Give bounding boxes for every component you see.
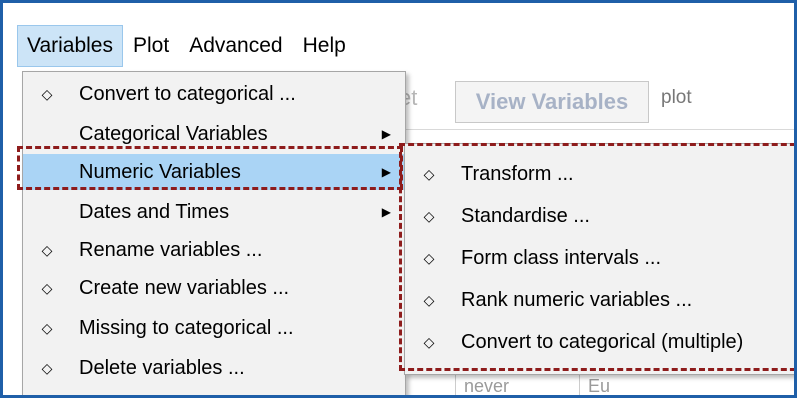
diamond-bullet-icon: ◇ xyxy=(423,208,435,224)
menu-item-label: Standardise ... xyxy=(461,205,590,227)
menu-item-label: Rank numeric variables ... xyxy=(461,289,693,311)
diamond-bullet-icon: ◇ xyxy=(423,334,435,350)
menu-item-rank-numeric-variables[interactable]: ◇ Rank numeric variables ... xyxy=(405,282,794,318)
diamond-bullet-icon: ◇ xyxy=(41,280,53,296)
table-cell: Eu xyxy=(579,371,648,395)
variables-menu: ◇ Convert to categorical ... Categorical… xyxy=(22,71,406,395)
menu-item-label: Numeric Variables xyxy=(79,161,241,183)
menu-item-standardise[interactable]: ◇ Standardise ... xyxy=(405,198,794,234)
divider xyxy=(403,129,794,130)
menu-item-rename-variables[interactable]: ◇ Rename variables ... xyxy=(23,232,405,268)
menu-bar: Variables Plot Advanced Help xyxy=(17,23,356,69)
view-variables-button[interactable]: View Variables xyxy=(455,81,649,123)
menu-item-label: Dates and Times xyxy=(79,201,230,223)
diamond-bullet-icon: ◇ xyxy=(423,250,435,266)
menu-advanced[interactable]: Advanced xyxy=(179,25,292,67)
menu-variables[interactable]: Variables xyxy=(17,25,123,67)
menu-item-delete-variables[interactable]: ◇ Delete variables ... xyxy=(23,350,405,386)
menu-item-dates-and-times[interactable]: Dates and Times ▶ xyxy=(23,194,405,230)
menu-item-numeric-variables[interactable]: Numeric Variables ▶ xyxy=(23,154,405,190)
menu-item-missing-to-categorical[interactable]: ◇ Missing to categorical ... xyxy=(23,310,405,346)
app-window: Variables Plot Advanced Help et View Var… xyxy=(0,0,797,398)
menu-item-label: Categorical Variables xyxy=(79,123,268,145)
table-cell: never xyxy=(455,371,576,395)
menu-item-label: Convert to categorical ... xyxy=(79,83,296,105)
menu-item-create-new-variables[interactable]: ◇ Create new variables ... xyxy=(23,270,405,306)
menu-item-label: Rename variables ... xyxy=(79,239,263,261)
diamond-bullet-icon: ◇ xyxy=(423,166,435,182)
diamond-bullet-icon: ◇ xyxy=(41,360,53,376)
diamond-bullet-icon: ◇ xyxy=(41,86,53,102)
menu-item-label: Create new variables ... xyxy=(79,277,290,299)
menu-help[interactable]: Help xyxy=(293,25,356,67)
diamond-bullet-icon: ◇ xyxy=(41,242,53,258)
menu-item-convert-to-categorical-multiple[interactable]: ◇ Convert to categorical (multiple) xyxy=(405,324,794,360)
menu-item-label: Delete variables ... xyxy=(79,357,245,379)
menu-plot[interactable]: Plot xyxy=(123,25,179,67)
menu-item-label: Convert to categorical (multiple) xyxy=(461,331,744,353)
submenu-arrow-icon: ▶ xyxy=(381,165,391,179)
menu-item-categorical-variables[interactable]: Categorical Variables ▶ xyxy=(23,116,405,152)
menu-item-label: Transform ... xyxy=(461,163,574,185)
tab-plot[interactable]: plot xyxy=(661,87,692,109)
submenu-arrow-icon: ▶ xyxy=(381,205,391,219)
menu-item-convert-to-categorical[interactable]: ◇ Convert to categorical ... xyxy=(23,76,405,112)
submenu-arrow-icon: ▶ xyxy=(381,127,391,141)
menu-item-label: Form class intervals ... xyxy=(461,247,662,269)
menu-item-transform[interactable]: ◇ Transform ... xyxy=(405,156,794,192)
menu-item-label: Missing to categorical ... xyxy=(79,317,294,339)
numeric-variables-submenu: ◇ Transform ... ◇ Standardise ... ◇ Form… xyxy=(404,143,794,375)
menu-item-form-class-intervals[interactable]: ◇ Form class intervals ... xyxy=(405,240,794,276)
diamond-bullet-icon: ◇ xyxy=(41,320,53,336)
diamond-bullet-icon: ◇ xyxy=(423,292,435,308)
